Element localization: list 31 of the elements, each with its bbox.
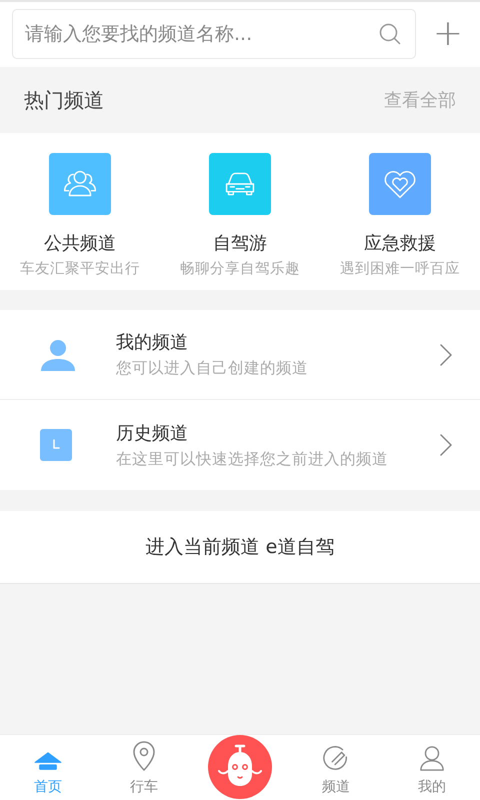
home-icon	[33, 750, 63, 772]
channel-description: 车友汇聚平安出行	[20, 260, 140, 278]
channel-name: 公共频道	[44, 232, 116, 255]
list-item[interactable]: 我的频道 您可以进入自己创建的频道	[0, 310, 480, 400]
tab[interactable]: 首页	[0, 735, 96, 800]
dial-icon	[322, 744, 350, 772]
channel-description: 畅聊分享自驾乐趣	[180, 260, 300, 278]
channel-name: 应急救援	[364, 232, 436, 255]
add-button[interactable]: +	[428, 14, 468, 54]
item-title: 历史频道	[116, 422, 189, 444]
channel-tile[interactable]	[49, 153, 111, 215]
channel-description: 遇到困难一呼百应	[340, 260, 460, 278]
item-subtitle: 在这里可以快速选择您之前进入的频道	[116, 448, 389, 470]
item-title: 我的频道	[116, 331, 189, 354]
user-icon	[419, 745, 445, 772]
view-all-link[interactable]: 查看全部	[384, 88, 456, 112]
chevron-right-icon	[440, 344, 452, 366]
section-title: 热门频道	[24, 86, 104, 114]
channel-name: 自驾游	[213, 232, 267, 255]
item-subtitle: 您可以进入自己创建的频道	[116, 358, 309, 379]
chevron-right-icon	[440, 434, 452, 456]
channel-tile[interactable]	[369, 153, 431, 215]
tab[interactable]: 行车	[96, 735, 192, 800]
search-field[interactable]: 请输入您要找的频道名称...	[12, 9, 416, 59]
search-icon	[378, 22, 402, 46]
tab[interactable]: 频道	[288, 735, 384, 800]
list-item[interactable]: 历史频道 在这里可以快速选择您之前进入的频道	[0, 400, 480, 490]
location-pin-icon	[132, 741, 156, 772]
tab[interactable]: 我的	[384, 735, 480, 800]
channel-tile[interactable]	[209, 153, 271, 215]
enter-channel-button[interactable]: 进入当前频道 e道自驾	[142, 530, 338, 564]
